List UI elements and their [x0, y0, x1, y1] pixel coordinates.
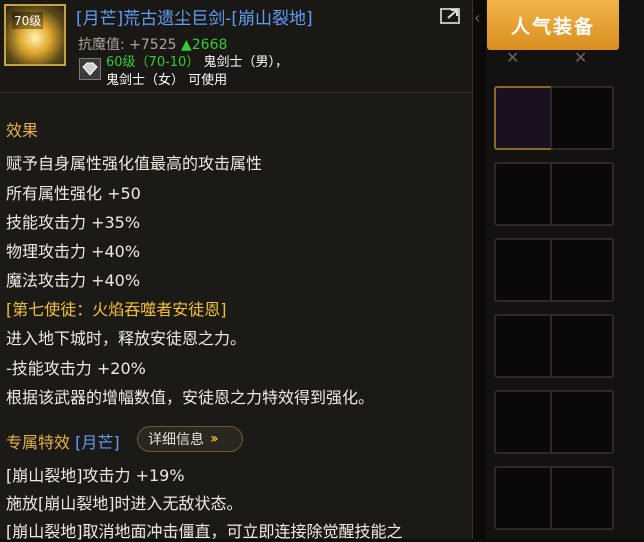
required-class-2: 鬼剑士（女） 可使用: [106, 73, 228, 88]
inventory-slot[interactable]: [550, 162, 614, 226]
inventory-slot-weapon[interactable]: [494, 86, 558, 150]
special-title: 专属特效: [6, 433, 71, 452]
apostle-line: -技能攻击力 +20%: [6, 359, 146, 378]
inventory-slot[interactable]: [494, 162, 558, 226]
apostle-title: [第七使徒：火焰吞噬者安徒恩]: [6, 300, 227, 319]
detail-info-button[interactable]: 详细信息 ››: [137, 426, 243, 452]
item-icon: 70级: [4, 4, 66, 66]
diamond-icon: [79, 58, 101, 80]
effect-line: 所有属性强化 +50: [6, 184, 141, 203]
popular-equipment-button[interactable]: 人气装备: [487, 0, 619, 50]
inventory-slot[interactable]: [550, 238, 614, 302]
effect-line: 技能攻击力 +35%: [6, 213, 141, 232]
required-level: 60级（70-10）: [106, 55, 200, 70]
tooltip-header: 70级 [月芒]荒古遗尘巨剑-[崩山裂地] 抗魔值: +7525 ▲2668 6…: [0, 0, 472, 93]
inventory-slot[interactable]: [550, 466, 614, 530]
level-badge: 70级: [12, 12, 44, 29]
inventory-slot[interactable]: [550, 314, 614, 378]
double-chevron-icon: ››: [210, 431, 218, 447]
effect-title: 效果: [6, 121, 39, 140]
slot-hint-icon: ✕: [506, 48, 520, 67]
effect-line: 魔法攻击力 +40%: [6, 271, 141, 290]
slot-hint-icon: ✕: [574, 48, 588, 67]
special-line: [崩山裂地]攻击力 +19%: [6, 466, 185, 485]
special-header: 专属特效 [月芒]: [6, 429, 120, 453]
chevron-left-icon[interactable]: ‹: [474, 8, 480, 27]
special-line: 施放[崩山裂地]时进入无敌状态。: [6, 494, 243, 513]
share-icon[interactable]: [440, 6, 462, 24]
inventory-slot[interactable]: [550, 390, 614, 454]
effect-line: 物理攻击力 +40%: [6, 242, 141, 261]
requirement-line: 60级（70-10） 鬼剑士（男），: [106, 51, 288, 70]
item-name: [月芒]荒古遗尘巨剑-[崩山裂地]: [76, 9, 313, 29]
inventory-slot[interactable]: [550, 86, 614, 150]
panel-divider: [472, 0, 486, 539]
inventory-slot[interactable]: [494, 390, 558, 454]
apostle-line: 根据该武器的增幅数值，安徒恩之力特效得到强化。: [6, 388, 375, 407]
detail-info-label: 详细信息: [148, 432, 204, 448]
item-tooltip: 70级 [月芒]荒古遗尘巨剑-[崩山裂地] 抗魔值: +7525 ▲2668 6…: [0, 0, 473, 541]
required-class-1: 鬼剑士（男），: [203, 55, 288, 70]
special-tag: [月芒]: [75, 433, 120, 452]
inventory-slot[interactable]: [494, 466, 558, 530]
effect-line: 赋予自身属性强化值最高的攻击属性: [6, 154, 263, 173]
apostle-line: 进入地下城时，释放安徒恩之力。: [6, 329, 247, 348]
inventory-slot[interactable]: [494, 238, 558, 302]
inventory-slot[interactable]: [494, 314, 558, 378]
special-line: [崩山裂地]取消地面冲击僵直，可立即连接除觉醒技能之: [6, 522, 403, 541]
